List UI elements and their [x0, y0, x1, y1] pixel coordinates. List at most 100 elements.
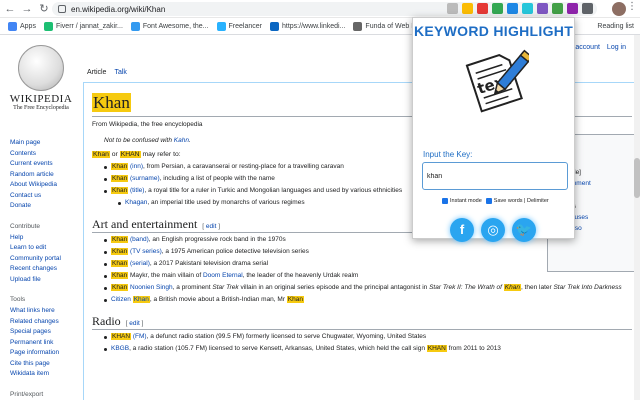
- sidebar-link[interactable]: Cite this page: [10, 359, 82, 370]
- radio-list: KHAN (FM), a defunct radio station (99.5…: [104, 332, 632, 354]
- item-link[interactable]: (inn): [130, 163, 143, 170]
- sidebar-link[interactable]: Learn to edit: [10, 243, 82, 254]
- wiki-tagline: The Free Encyclopedia: [13, 105, 69, 111]
- bookmark-label: Freelancer: [228, 22, 262, 30]
- title-highlight: Khan: [92, 93, 131, 112]
- bookmark-item[interactable]: Font Awesome, the...: [130, 21, 209, 31]
- sidebar-link[interactable]: Current events: [10, 159, 82, 170]
- bookmark-item[interactable]: Freelancer: [216, 21, 262, 31]
- sidebar-link[interactable]: Permanent link: [10, 338, 82, 349]
- sidebar-link[interactable]: Special pages: [10, 327, 82, 338]
- reload-icon[interactable]: ↻: [37, 2, 51, 16]
- bookmark-favicon-icon: [43, 21, 53, 31]
- item-link[interactable]: (FM): [133, 333, 147, 340]
- tab-article[interactable]: Article: [83, 66, 111, 80]
- scrollbar[interactable]: [634, 35, 640, 400]
- extension-icon[interactable]: [492, 3, 503, 14]
- popup-title: KEYWORD HIGHLIGHT: [413, 23, 574, 39]
- bookmark-item[interactable]: https://www.linkedi...: [270, 21, 346, 31]
- sidebar-heading: Contribute: [10, 222, 40, 230]
- list-item: Citizen Khan, a British movie about a Br…: [104, 295, 632, 305]
- menu-kebab-icon[interactable]: ⋮: [627, 1, 637, 12]
- extension-icons: [447, 3, 593, 14]
- star-icon[interactable]: [462, 3, 473, 14]
- bookmark-label: Apps: [20, 22, 36, 30]
- item-link[interactable]: Citizen Khan: [111, 296, 150, 303]
- sidebar-link[interactable]: Help: [10, 233, 82, 244]
- sidebar-link[interactable]: Upload file: [10, 275, 82, 286]
- list-item: KBGB, a radio station (105.7 FM) license…: [104, 344, 632, 354]
- extension-icon[interactable]: [522, 3, 533, 14]
- item-link[interactable]: Doom Eternal: [203, 272, 243, 279]
- sidebar-heading: Print/export: [10, 390, 44, 398]
- sidebar-link[interactable]: About Wikipedia: [10, 180, 82, 191]
- extension-icon[interactable]: [477, 3, 488, 14]
- section-radio-heading: Radio[ edit ]: [92, 314, 632, 330]
- sidebar-link[interactable]: Wikidata item: [10, 369, 82, 380]
- key-label: Input the Key:: [423, 150, 473, 159]
- share-icon[interactable]: [447, 3, 458, 14]
- wiki-wordmark: WIKIPEDIA: [9, 93, 73, 105]
- twitter-icon[interactable]: 🐦: [512, 218, 536, 242]
- extension-icon[interactable]: [552, 3, 563, 14]
- bookmark-favicon-icon: [270, 21, 279, 31]
- item-link[interactable]: Khagan: [125, 199, 147, 206]
- bookmark-label: Fiverr / jannat_zakir...: [55, 22, 123, 30]
- log-in-link[interactable]: Log in: [607, 44, 626, 51]
- reading-list-link[interactable]: Reading list: [597, 23, 634, 30]
- url-text[interactable]: en.wikipedia.org/wiki/Khan: [71, 5, 165, 14]
- extension-icon[interactable]: [537, 3, 548, 14]
- forward-arrow-icon[interactable]: →: [20, 2, 34, 16]
- bookmark-item[interactable]: Apps: [8, 21, 36, 31]
- keyword-highlight-popup: KEYWORD HIGHLIGHT text Input the Key: In…: [412, 17, 575, 242]
- extension-icon[interactable]: [567, 3, 578, 14]
- extension-icon[interactable]: [507, 3, 518, 14]
- lock-icon: [58, 5, 66, 13]
- social-links: f ◎ 🐦: [450, 218, 536, 242]
- item-link[interactable]: (band): [130, 236, 149, 243]
- sidebar-link[interactable]: What links here: [10, 306, 82, 317]
- tab-talk[interactable]: Talk: [110, 66, 130, 80]
- scrollbar-thumb[interactable]: [634, 158, 640, 198]
- save-words-checkbox[interactable]: [485, 198, 492, 204]
- sidebar-link[interactable]: Recent changes: [10, 264, 82, 275]
- sidebar-link[interactable]: Random article: [10, 170, 82, 181]
- section-title: Art and entertainment: [92, 217, 198, 231]
- item-link[interactable]: (surname): [130, 175, 160, 182]
- edit-link[interactable]: edit: [129, 320, 139, 327]
- item-link[interactable]: (TV series): [130, 248, 162, 255]
- hatnote-link[interactable]: Kahn: [174, 137, 189, 144]
- highlight: KHAN: [119, 151, 141, 158]
- instagram-icon[interactable]: ◎: [481, 218, 505, 242]
- sidebar-link[interactable]: Contents: [10, 149, 82, 160]
- sidebar-link[interactable]: Main page: [10, 138, 82, 149]
- sidebar-link[interactable]: Related changes: [10, 317, 82, 328]
- puzzle-icon[interactable]: [582, 3, 593, 14]
- bookmark-label: Font Awesome, the...: [142, 22, 209, 30]
- sidebar-link[interactable]: Contact us: [10, 191, 82, 202]
- browser-toolbar: ← → ↻ en.wikipedia.org/wiki/Khan ⋮: [0, 0, 640, 18]
- profile-avatar[interactable]: [612, 2, 626, 16]
- instant-mode-label: Instant mode: [450, 198, 482, 204]
- list-item: KHAN (FM), a defunct radio station (99.5…: [104, 332, 632, 342]
- bookmark-item[interactable]: Fiverr / jannat_zakir...: [43, 21, 123, 31]
- globe-icon: [18, 45, 64, 91]
- facebook-icon[interactable]: f: [450, 218, 474, 242]
- bookmark-label: https://www.linkedi...: [282, 22, 346, 30]
- page-tabs: Article Talk: [83, 66, 131, 80]
- item-link[interactable]: KBGB: [111, 345, 129, 352]
- address-bar[interactable]: en.wikipedia.org/wiki/Khan: [52, 2, 597, 16]
- instant-mode-checkbox[interactable]: [442, 198, 448, 204]
- sidebar-link[interactable]: Donate: [10, 201, 82, 212]
- sidebar-link[interactable]: Page information: [10, 348, 82, 359]
- wikipedia-logo[interactable]: WIKIPEDIA The Free Encyclopedia: [6, 45, 76, 111]
- item-link[interactable]: (serial): [130, 260, 150, 267]
- back-arrow-icon[interactable]: ←: [3, 2, 17, 16]
- section-title: Radio: [92, 314, 121, 328]
- sidebar-link[interactable]: Community portal: [10, 254, 82, 265]
- item-link[interactable]: Noonien Singh: [130, 284, 173, 291]
- item-link[interactable]: (title): [130, 187, 144, 194]
- bookmark-favicon-icon: [216, 21, 226, 31]
- edit-link[interactable]: edit: [206, 223, 216, 230]
- keyword-input[interactable]: [422, 162, 568, 190]
